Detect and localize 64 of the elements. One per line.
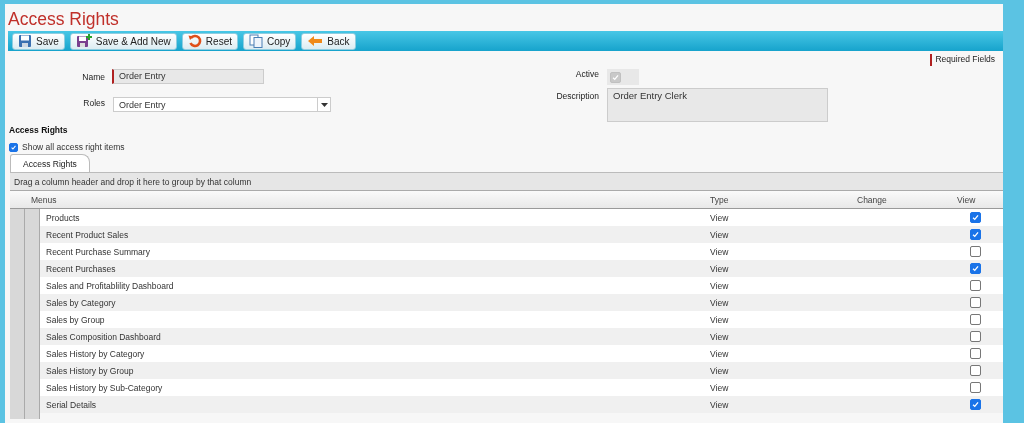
table-cell-text: Sales and Profitablility Dashboard [45, 280, 175, 291]
description-field[interactable]: Order Entry Clerk [607, 88, 828, 122]
table-cell-text: Sales Composition Dashboard [45, 331, 162, 342]
view-checkbox[interactable] [970, 314, 981, 325]
table-cell-text: View [710, 399, 730, 410]
column-header[interactable]: Type [710, 194, 857, 205]
toolbar-button[interactable]: Back [301, 32, 356, 50]
table-cell-text: View [710, 229, 730, 240]
show-all-checkbox[interactable] [9, 142, 18, 152]
table-cell-text: Sales History by Category [45, 348, 146, 359]
view-checkbox[interactable] [970, 331, 981, 342]
field-label: Roles [82, 97, 105, 108]
group-by-hint: Drag a column header and drop it here to group by that column [10, 173, 1003, 191]
table-cell-text: View [710, 263, 730, 274]
dropdown-arrow-icon [317, 98, 330, 111]
arrow-icon [307, 35, 324, 47]
column-header[interactable]: Menus [10, 194, 710, 205]
section-title: Access Rights [8, 124, 69, 137]
view-checkbox[interactable] [970, 382, 981, 393]
table-cell-text: Sales by Category [45, 297, 117, 308]
field-label: Description [555, 90, 599, 101]
table-cell-text: Recent Purchase Summary [45, 246, 151, 257]
field-label: Active [574, 69, 599, 79]
table-cell-text: View [710, 246, 730, 257]
table-cell-text: Recent Purchases [45, 263, 117, 274]
view-checkbox[interactable] [970, 297, 981, 308]
toolbar-button[interactable]: Save [12, 32, 65, 50]
table-cell-text: View [710, 365, 730, 376]
floppy-disk-icon [75, 34, 92, 48]
field-label: Name [81, 71, 105, 82]
view-checkbox[interactable] [970, 399, 981, 410]
table-cell-text: Sales History by Sub-Category [45, 382, 164, 393]
view-checkbox[interactable] [970, 229, 981, 240]
view-checkbox[interactable] [970, 280, 981, 291]
name-field[interactable]: Order Entry [112, 69, 264, 84]
table-cell-text: Serial Details [45, 399, 98, 410]
column-header[interactable]: View [957, 194, 995, 205]
view-checkbox[interactable] [970, 212, 981, 223]
view-checkbox[interactable] [970, 365, 981, 376]
circular-arrow-icon [187, 34, 202, 48]
view-checkbox[interactable] [970, 263, 981, 274]
table-cell-text: View [710, 314, 730, 325]
table-cell-text: View [710, 297, 730, 308]
roles-dropdown[interactable]: Order Entry [113, 97, 331, 112]
table-cell-text: View [710, 331, 730, 342]
required-fields-note: Required Fields [930, 54, 995, 66]
toolbar-button[interactable]: Reset [181, 32, 238, 50]
checkbox-label: Show all access right items [22, 142, 125, 152]
toolbar-button[interactable]: Save & Add New [69, 32, 177, 50]
table-cell-text: View [710, 348, 730, 359]
toolbar-button[interactable]: Copy [242, 32, 297, 50]
table-cell-text: View [710, 212, 730, 223]
tab[interactable]: Access Rights [10, 154, 90, 172]
view-checkbox[interactable] [970, 246, 981, 257]
table-cell-text: Sales by Group [45, 314, 106, 325]
table-cell-text: Products [45, 212, 81, 223]
page-title: Access Rights [7, 8, 120, 31]
table-cell-text: View [710, 280, 730, 291]
table-cell-text: Sales History by Group [45, 365, 135, 376]
table-cell-text: View [710, 382, 730, 393]
table-cell-text: Recent Product Sales [45, 229, 130, 240]
view-checkbox[interactable] [970, 348, 981, 359]
pages-icon [248, 34, 263, 48]
column-header[interactable]: Change [857, 194, 957, 205]
